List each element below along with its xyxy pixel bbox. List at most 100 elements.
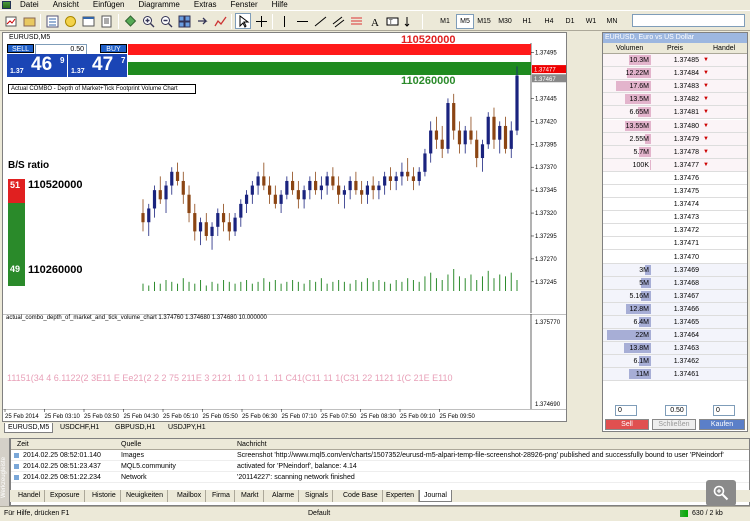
terminal-tab-mailbox[interactable]: Mailbox [173, 490, 207, 502]
terminal-tab-exposure[interactable]: Exposure [46, 490, 85, 502]
dom-trade-arrow-icon[interactable]: ▼ [703, 54, 709, 67]
terminal-tab-experten[interactable]: Experten [382, 490, 420, 502]
indicator-subwindow[interactable]: 1.375770 1.374690 11151(34 4 6.1122(2 3E11… [3, 314, 566, 409]
terminal-tab-alarme[interactable]: Alarme [268, 490, 300, 502]
dom-row[interactable]: 1.37471 [603, 237, 747, 251]
terminal-tab-code-base[interactable]: Code Base [339, 490, 383, 502]
symbol-search-input[interactable] [632, 14, 745, 27]
dom-buy-button[interactable]: Kaufen [699, 419, 745, 430]
dom-row[interactable]: 1.37472 [603, 224, 747, 238]
timeframe-h4[interactable]: H4 [540, 14, 558, 29]
dom-row[interactable]: 5.7M 1.37478 ▼ [603, 145, 747, 159]
menu-charts[interactable]: Diagramme [132, 0, 187, 10]
dom-row[interactable]: 13.55M 1.37480 ▼ [603, 119, 747, 133]
dom-row[interactable]: 2.55M 1.37479 ▼ [603, 132, 747, 146]
dom-row[interactable]: 12.8M 1.37466 [603, 302, 747, 316]
vertical-line-icon[interactable] [276, 13, 292, 29]
fibonacci-icon[interactable] [348, 13, 364, 29]
arrows-icon[interactable] [402, 13, 418, 29]
dom-row[interactable]: 17.6M 1.37483 ▼ [603, 80, 747, 94]
market-watch-icon[interactable] [44, 13, 60, 29]
timeframe-w1[interactable]: W1 [582, 14, 600, 29]
terminal-tab-neuigkeiten[interactable]: Neuigkeiten [122, 490, 168, 502]
dom-row[interactable]: 1.37475 [603, 185, 747, 198]
zoom-out-icon[interactable] [158, 13, 174, 29]
timeframe-d1[interactable]: D1 [561, 14, 579, 29]
dom-trade-arrow-icon[interactable]: ▼ [703, 159, 709, 172]
dom-row[interactable]: 13.5M 1.37482 ▼ [603, 93, 747, 107]
menu-file[interactable]: Datei [13, 0, 46, 10]
chart-tab-usdchf[interactable]: USDCHF,H1 [57, 423, 102, 433]
dom-row[interactable]: 6.4M 1.37465 [603, 316, 747, 329]
terminal-icon[interactable] [80, 13, 96, 29]
timeframe-m1[interactable]: M1 [436, 14, 454, 29]
dom-row[interactable]: 1.37470 [603, 250, 747, 264]
dom-row[interactable]: 5.16M 1.37467 [603, 289, 747, 303]
dom-row[interactable]: 6.65M 1.37481 ▼ [603, 106, 747, 120]
dom-trade-arrow-icon[interactable]: ▼ [703, 146, 709, 159]
chart-tab-gbpusd[interactable]: GBPUSD,H1 [112, 423, 158, 433]
terminal-row[interactable]: 2014.02.25 08:51:22.234 Network '20114227'… [11, 472, 749, 483]
terminal-tab-historie[interactable]: Historie [88, 490, 121, 502]
terminal-tab-signals[interactable]: Signals [301, 490, 333, 502]
dom-row[interactable]: 13.8M 1.37463 [603, 342, 747, 356]
menu-window[interactable]: Fenster [224, 0, 265, 10]
dom-lot-input[interactable]: 0.50 [665, 405, 687, 416]
channel-icon[interactable] [330, 13, 346, 29]
dom-trade-arrow-icon[interactable]: ▼ [703, 120, 709, 133]
timeframe-m5[interactable]: M5 [456, 14, 474, 29]
dom-row[interactable]: 5M 1.37468 [603, 276, 747, 290]
dom-row[interactable]: 1.37473 [603, 211, 747, 225]
horizontal-line-icon[interactable] [294, 13, 310, 29]
terminal-row[interactable]: 2014.02.25 08:52:01.140 Images Screenshot … [11, 450, 749, 461]
crosshair-icon[interactable] [253, 13, 269, 29]
sell-price[interactable]: 1.37 46 9 [7, 54, 67, 77]
zoom-in-icon[interactable] [140, 13, 156, 29]
dom-trade-arrow-icon[interactable]: ▼ [703, 80, 709, 93]
dom-row[interactable]: 10.3M 1.37485 ▼ [603, 54, 747, 67]
timeframe-mn[interactable]: MN [603, 14, 621, 29]
cursor-icon[interactable] [235, 13, 251, 29]
trendline-icon[interactable] [312, 13, 328, 29]
dom-sell-button[interactable]: Sell [605, 419, 649, 430]
dom-row[interactable]: 11M 1.37461 [603, 368, 747, 382]
takeprofit-input[interactable]: 0 [713, 405, 735, 416]
dom-trade-arrow-icon[interactable]: ▼ [703, 106, 709, 119]
buy-price[interactable]: 1.37 47 7 [68, 54, 127, 77]
menu-tools[interactable]: Extras [187, 0, 224, 10]
dom-row[interactable]: 3M 1.37469 [603, 263, 747, 277]
terminal-tab-handel[interactable]: Handel [14, 490, 46, 502]
dom-trade-arrow-icon[interactable]: ▼ [703, 93, 709, 106]
chart-tab-eurusd[interactable]: EURUSD,M5 [4, 423, 54, 433]
dom-row[interactable]: 22M 1.37464 [603, 329, 747, 343]
terminal-tab-journal[interactable]: Journal [419, 490, 452, 502]
dom-trade-arrow-icon[interactable]: ▼ [703, 133, 709, 146]
dom-close-button[interactable]: Schließen [652, 419, 696, 430]
auto-trading-icon[interactable] [122, 13, 138, 29]
menu-help[interactable]: Hilfe [265, 0, 295, 10]
navigator-icon[interactable] [62, 13, 78, 29]
terminal-row[interactable]: 2014.02.25 08:51:23.437 MQL5.community act… [11, 461, 749, 472]
dom-row[interactable]: 1.37474 [603, 198, 747, 212]
dom-trade-arrow-icon[interactable]: ▼ [703, 67, 709, 80]
dom-row[interactable]: 1.37476 [603, 171, 747, 185]
menu-insert[interactable]: Einfügen [86, 0, 132, 10]
dom-row[interactable]: 100K 1.37477 ▼ [603, 158, 747, 172]
text-icon[interactable]: A [366, 13, 382, 29]
dom-row[interactable]: 12.22M 1.37484 ▼ [603, 67, 747, 81]
zoom-icon[interactable] [706, 480, 736, 506]
chart-tab-usdjpy[interactable]: USDJPY,H1 [165, 423, 209, 433]
sell-button[interactable]: SELL [7, 44, 34, 53]
terminal-tab-firma[interactable]: Firma [208, 490, 235, 502]
dom-row[interactable]: 6.1M 1.37462 [603, 355, 747, 369]
buy-button[interactable]: BUY [100, 44, 127, 53]
timeframe-h1[interactable]: H1 [518, 14, 536, 29]
new-chart-icon[interactable] [3, 13, 19, 29]
indicators-icon[interactable] [212, 13, 228, 29]
tile-windows-icon[interactable] [176, 13, 192, 29]
stoploss-input[interactable]: 0 [615, 405, 637, 416]
timeframe-m15[interactable]: M15 [475, 14, 493, 29]
chart-shift-icon[interactable] [194, 13, 210, 29]
history-icon[interactable] [98, 13, 114, 29]
timeframe-m30[interactable]: M30 [496, 14, 514, 29]
